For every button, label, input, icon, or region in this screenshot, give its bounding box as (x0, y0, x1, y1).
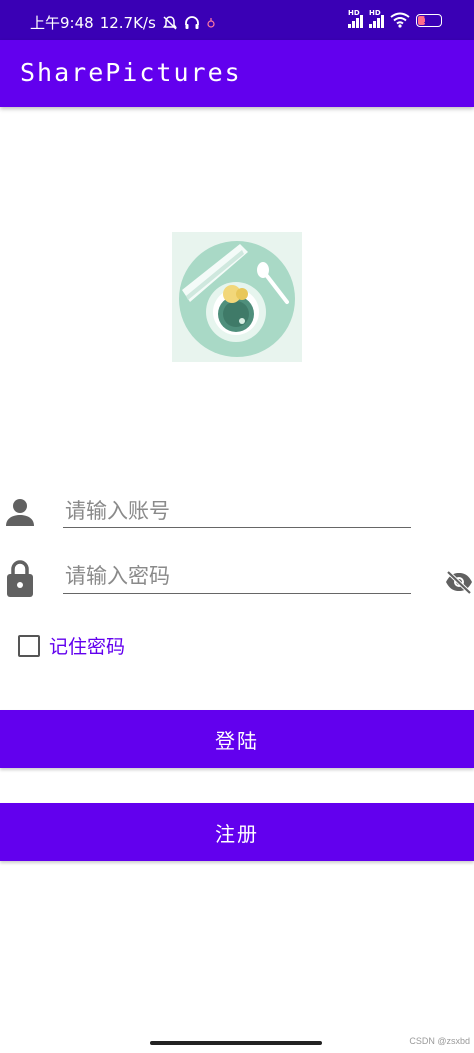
status-bar: 上午9:48 12.7K/s HD HD 16 (0, 0, 474, 40)
app-notification-icon (207, 17, 215, 28)
lock-icon (7, 560, 33, 597)
battery-level: 16 (423, 15, 435, 25)
hd-label-2: HD (369, 9, 381, 17)
hd-label: HD (348, 9, 360, 17)
person-icon (6, 499, 34, 526)
eye-off-icon[interactable] (445, 570, 473, 594)
signal-strength-icon: HD (348, 9, 363, 28)
password-input[interactable] (63, 562, 411, 594)
app-title: SharePictures (20, 58, 242, 87)
remember-password-row[interactable]: 记住密码 (18, 632, 125, 659)
register-button[interactable]: 注册 (0, 803, 474, 861)
wifi-icon (390, 12, 410, 28)
watermark: CSDN @zsxbd (409, 1036, 470, 1046)
coffee-cup-illustration (172, 232, 302, 362)
headset-icon (184, 15, 199, 29)
battery-icon: 16 (416, 13, 442, 27)
remember-password-checkbox[interactable] (18, 634, 40, 657)
status-right: HD HD 16 (348, 9, 442, 28)
home-indicator[interactable] (150, 1041, 322, 1045)
network-speed: 12.7K/s (99, 13, 156, 32)
remember-password-label[interactable]: 记住密码 (49, 632, 125, 659)
status-left: 上午9:48 12.7K/s (30, 12, 216, 33)
status-time: 上午9:48 (30, 14, 94, 32)
account-input[interactable] (63, 498, 411, 528)
bell-off-icon (162, 15, 177, 30)
app-bar: SharePictures (0, 40, 474, 107)
app-logo-image (172, 232, 302, 362)
login-button[interactable]: 登陆 (0, 710, 474, 768)
signal-strength-icon-2: HD (369, 9, 384, 28)
